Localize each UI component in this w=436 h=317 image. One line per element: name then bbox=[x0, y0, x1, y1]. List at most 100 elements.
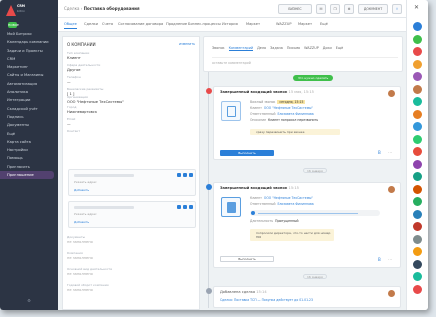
timeline-panel: Звонок Комментарий Дело Задача Письмо WAZZUP Д… bbox=[203, 36, 403, 310]
contact-avatar[interactable] bbox=[413, 259, 422, 269]
activity-tab[interactable]: Дело bbox=[257, 46, 266, 50]
sidebar-item[interactable]: Сайты и Магазины bbox=[0, 71, 58, 79]
comment-input[interactable]: оставьте комментарий bbox=[212, 57, 398, 66]
chat-icon[interactable] bbox=[183, 173, 187, 177]
contact-avatar[interactable] bbox=[413, 197, 422, 206]
sidebar-item[interactable]: Карта сайта bbox=[0, 138, 58, 146]
sidebar-item[interactable]: Календарь компании bbox=[0, 38, 58, 46]
contact-avatar[interactable] bbox=[413, 97, 422, 106]
contact-avatar[interactable] bbox=[413, 122, 422, 131]
edit-link[interactable]: изменить bbox=[179, 42, 195, 46]
row-value[interactable]: Елизавета Филиппова bbox=[277, 202, 313, 206]
email-icon[interactable] bbox=[189, 173, 193, 177]
sidebar-item[interactable]: Ещё bbox=[0, 130, 58, 138]
contact-avatar[interactable] bbox=[413, 159, 422, 169]
copy-icon[interactable]: ❐ bbox=[330, 4, 340, 14]
complete-button[interactable]: Выполнить bbox=[220, 150, 274, 156]
sidebar-item[interactable]: Помощь bbox=[0, 154, 58, 162]
contact-avatar[interactable] bbox=[413, 72, 422, 81]
logo[interactable]: CRM bitrix bbox=[3, 3, 55, 19]
email-icon[interactable] bbox=[189, 205, 193, 209]
contact-avatar[interactable] bbox=[413, 59, 422, 69]
activity-tab[interactable]: WAZZUP bbox=[304, 46, 319, 50]
sidebar-item[interactable]: Мой Битрикс bbox=[0, 30, 58, 38]
chat-icon[interactable] bbox=[183, 205, 187, 209]
sidebar-item[interactable]: Складской учёт bbox=[0, 105, 58, 113]
tab[interactable]: Согласование договора bbox=[118, 22, 163, 26]
contact-avatar[interactable] bbox=[413, 247, 422, 256]
contact-avatar[interactable] bbox=[413, 184, 422, 194]
contact-address[interactable]: Указать адрес bbox=[74, 212, 97, 216]
share-icon[interactable]: ⇪ bbox=[392, 4, 402, 14]
sidebar-item[interactable]: CRM bbox=[0, 55, 58, 63]
tab[interactable]: Ещё bbox=[320, 22, 328, 26]
contact-avatar[interactable] bbox=[413, 147, 422, 156]
sidebar-item[interactable]: Задачи и Проекты bbox=[0, 47, 58, 55]
tab[interactable]: Счета bbox=[102, 22, 113, 26]
contact-avatar[interactable] bbox=[413, 84, 422, 94]
avatar[interactable] bbox=[388, 186, 395, 193]
sidebar-item[interactable]: Маркетинг bbox=[0, 63, 58, 71]
contact-avatar[interactable] bbox=[413, 47, 422, 56]
tab[interactable]: Общее bbox=[64, 22, 77, 29]
sidebar-item[interactable]: Приглашение bbox=[0, 171, 54, 180]
business-button[interactable]: БИЗНЕС bbox=[278, 4, 312, 14]
row-value[interactable]: сегодня, 15:15 bbox=[277, 100, 306, 104]
tab[interactable]: Продление bbox=[166, 22, 187, 26]
activity-tab[interactable]: Задача bbox=[270, 46, 283, 50]
complete-button[interactable]: Выполнить bbox=[220, 256, 274, 262]
contact-address[interactable]: Указать адрес bbox=[74, 180, 97, 184]
add-link[interactable]: Добавить bbox=[74, 220, 89, 224]
tab[interactable]: Маркет bbox=[246, 22, 260, 26]
phone-icon[interactable] bbox=[177, 173, 181, 177]
sidebar-item[interactable]: Настройки bbox=[0, 146, 58, 154]
contact-avatar[interactable] bbox=[413, 284, 422, 294]
activity-tab[interactable]: Комментарий bbox=[228, 46, 254, 51]
avatar[interactable] bbox=[388, 90, 395, 97]
contact-avatar[interactable] bbox=[413, 272, 422, 281]
contact-avatar[interactable] bbox=[413, 222, 422, 231]
sidebar-item[interactable]: Пригласить bbox=[0, 163, 58, 171]
close-icon[interactable]: ✕ bbox=[414, 4, 419, 11]
sidebar-item[interactable]: Автоматизация bbox=[0, 80, 58, 88]
contact-avatar[interactable] bbox=[413, 172, 422, 181]
activity-tab[interactable]: Письмо bbox=[287, 46, 300, 50]
sidebar-item[interactable]: Документы bbox=[0, 121, 58, 129]
tab[interactable]: WAZZUP bbox=[276, 22, 292, 26]
bitrix-icon[interactable]: B bbox=[378, 150, 381, 155]
document-button[interactable]: ДОКУМЕНТ bbox=[358, 4, 388, 14]
sidebar-item[interactable]: Интеграции bbox=[0, 96, 58, 104]
breadcrumb-crumb[interactable]: Сделка bbox=[64, 6, 79, 11]
row-value[interactable]: ООО "Нефтяные ТехСистемы" bbox=[264, 196, 313, 200]
avatar[interactable] bbox=[388, 290, 395, 297]
contact-avatar[interactable] bbox=[413, 134, 422, 144]
tab[interactable]: Маркет bbox=[298, 22, 312, 26]
gear-icon[interactable]: ⚙ bbox=[344, 4, 354, 14]
bitrix-icon[interactable]: B bbox=[378, 257, 381, 262]
add-link[interactable]: Добавить bbox=[74, 188, 89, 192]
tab[interactable]: История bbox=[222, 22, 238, 26]
row-value[interactable]: Елизавета Филиппова bbox=[277, 112, 313, 116]
more-icon[interactable]: ⋯ bbox=[388, 257, 392, 262]
contact-avatar[interactable] bbox=[413, 234, 422, 244]
activity-tab[interactable]: Ещё bbox=[336, 46, 343, 50]
activity-tab[interactable]: Звонок bbox=[212, 46, 225, 50]
activity-tab[interactable]: Доки bbox=[323, 46, 332, 50]
tab[interactable]: Бизнес-процессы bbox=[188, 22, 221, 26]
more-icon[interactable]: ⋯ bbox=[388, 150, 392, 155]
audio-player[interactable] bbox=[250, 210, 380, 216]
sidebar-item[interactable]: Подпись bbox=[0, 113, 58, 121]
phone-icon[interactable] bbox=[177, 205, 181, 209]
tab[interactable]: Сделки bbox=[84, 22, 98, 26]
contact-avatar[interactable] bbox=[413, 109, 422, 119]
row-value[interactable]: ООО "Нефтяные ТехСистемы" bbox=[264, 106, 313, 110]
sidebar-item[interactable]: Аналитика bbox=[0, 88, 58, 96]
gear-icon[interactable]: ⚙ bbox=[0, 298, 58, 306]
play-icon[interactable] bbox=[251, 211, 255, 215]
audio-track[interactable] bbox=[258, 212, 358, 214]
contact-avatar[interactable] bbox=[413, 22, 422, 31]
contact-avatar[interactable] bbox=[413, 209, 422, 219]
row-value[interactable]: Сделка: Поставка ТСП — Покупка действует… bbox=[220, 298, 313, 302]
phone-icon[interactable]: ☏ bbox=[316, 4, 326, 14]
contact-avatar[interactable] bbox=[413, 34, 422, 44]
